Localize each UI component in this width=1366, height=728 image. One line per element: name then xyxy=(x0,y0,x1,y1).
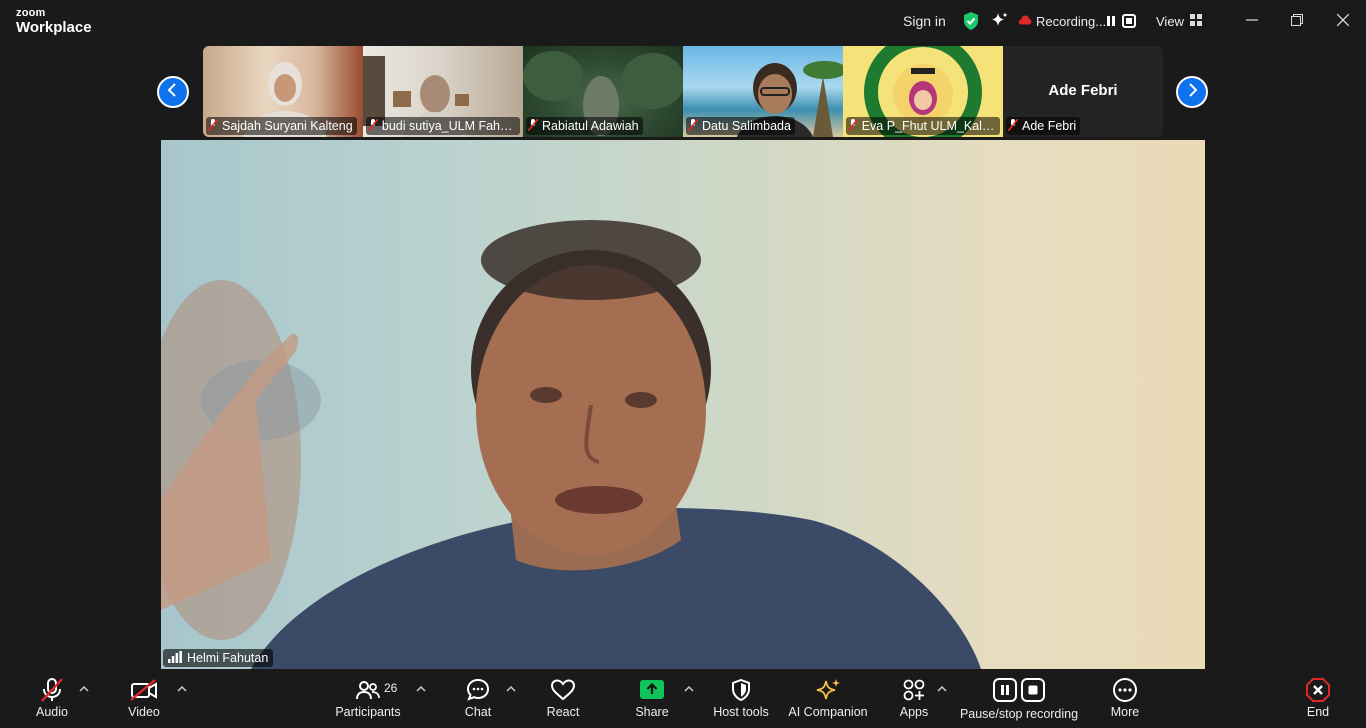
participant-gallery: Sajdah Suryani Kalteng budi sutiya_ULM F… xyxy=(203,46,1163,137)
participant-name: Sajdah Suryani Kalteng xyxy=(222,119,353,133)
video-button[interactable]: Video xyxy=(124,669,164,728)
apps-icon xyxy=(902,669,926,705)
gallery-next-button[interactable] xyxy=(1176,76,1208,108)
audio-button[interactable]: Audio xyxy=(30,669,74,728)
more-button[interactable]: More xyxy=(1108,669,1142,728)
ai-sparkle-icon xyxy=(815,669,841,705)
video-off-icon xyxy=(130,669,158,705)
ai-companion-label: AI Companion xyxy=(788,705,868,719)
participant-name: Eva P_Fhut ULM_KalSel xyxy=(861,119,996,133)
participant-name: Rabiatul Adawiah xyxy=(542,119,639,133)
share-button[interactable]: Share xyxy=(634,669,670,728)
zoom-logo: zoom Workplace xyxy=(16,7,92,36)
pause-stop-recording-label: Pause/stop recording xyxy=(959,707,1079,721)
apps-button[interactable]: Apps xyxy=(898,669,930,728)
participant-tile[interactable]: budi sutiya_ULM Fahu... xyxy=(363,46,523,137)
share-screen-icon xyxy=(639,669,665,705)
apps-label: Apps xyxy=(899,705,929,719)
recording-indicator[interactable]: Recording... xyxy=(1018,0,1106,42)
recording-label: Recording... xyxy=(1036,13,1107,29)
sparkle-icon[interactable] xyxy=(990,0,1008,42)
video-label: Video xyxy=(128,705,160,719)
restore-icon[interactable] xyxy=(1287,10,1307,30)
video-off-name: Ade Febri xyxy=(1048,82,1118,99)
mic-muted-icon xyxy=(528,118,538,134)
mic-muted-icon xyxy=(688,118,698,134)
more-label: More xyxy=(1110,705,1140,719)
shield-icon xyxy=(731,669,751,705)
participants-count: 26 xyxy=(384,681,398,695)
participant-tile[interactable]: Rabiatul Adawiah xyxy=(523,46,683,137)
participants-options-caret-icon[interactable] xyxy=(416,681,426,692)
participants-button[interactable]: Participants xyxy=(334,669,402,728)
pause-stop-recording-button[interactable]: Pause/stop recording xyxy=(959,669,1079,728)
audio-options-caret-icon[interactable] xyxy=(79,681,89,692)
stop-icon[interactable] xyxy=(1122,14,1136,28)
end-label: End xyxy=(1306,705,1330,719)
react-button[interactable]: React xyxy=(544,669,582,728)
mic-muted-icon xyxy=(39,669,65,705)
view-label: View xyxy=(1156,13,1184,29)
participant-name: Ade Febri xyxy=(1022,119,1077,133)
mic-muted-icon xyxy=(208,118,218,134)
participant-tile[interactable]: Sajdah Suryani Kalteng xyxy=(203,46,363,137)
gallery-prev-button[interactable] xyxy=(157,76,189,108)
participant-tile[interactable]: Eva P_Fhut ULM_KalSel xyxy=(843,46,1003,137)
stop-icon xyxy=(1021,678,1045,702)
cloud-record-icon xyxy=(1018,14,1032,29)
host-tools-label: Host tools xyxy=(713,705,769,719)
end-icon xyxy=(1305,669,1331,705)
pause-icon xyxy=(993,678,1017,702)
speaker-name: Helmi Fahutan xyxy=(187,651,269,665)
chat-icon xyxy=(466,669,490,705)
brand-small: zoom xyxy=(16,7,46,19)
participants-icon xyxy=(356,669,380,705)
video-options-caret-icon[interactable] xyxy=(177,681,187,692)
end-meeting-button[interactable]: End xyxy=(1302,669,1334,728)
chat-label: Chat xyxy=(464,705,492,719)
close-icon[interactable] xyxy=(1333,10,1353,30)
view-button[interactable]: View xyxy=(1156,0,1202,42)
mic-muted-icon xyxy=(368,118,378,134)
minimize-icon[interactable] xyxy=(1242,10,1262,30)
sign-in-link[interactable]: Sign in xyxy=(903,0,946,42)
participants-label: Participants xyxy=(335,705,401,719)
ai-companion-button[interactable]: AI Companion xyxy=(788,669,868,728)
audio-label: Audio xyxy=(36,705,68,719)
signal-bars-icon xyxy=(168,650,182,666)
chat-button[interactable]: Chat xyxy=(462,669,494,728)
participant-name: budi sutiya_ULM Fahu... xyxy=(381,119,516,133)
participant-tile[interactable]: Datu Salimbada xyxy=(683,46,843,137)
chat-options-caret-icon[interactable] xyxy=(506,681,516,692)
heart-icon xyxy=(550,669,576,705)
participant-tile[interactable]: Ade Febri Ade Febri xyxy=(1003,46,1163,137)
react-label: React xyxy=(546,705,580,719)
participant-name: Datu Salimbada xyxy=(702,119,791,133)
apps-options-caret-icon[interactable] xyxy=(937,681,947,692)
chevron-left-icon xyxy=(167,82,179,102)
speaker-name-tag: Helmi Fahutan xyxy=(163,649,274,667)
meeting-toolbar: Audio Video Participants 26 Chat React S… xyxy=(0,669,1366,728)
host-tools-button[interactable]: Host tools xyxy=(712,669,770,728)
mic-muted-icon xyxy=(848,118,858,134)
shield-check-icon[interactable] xyxy=(962,0,980,42)
share-options-caret-icon[interactable] xyxy=(684,681,694,692)
active-speaker-video: Helmi Fahutan xyxy=(161,140,1205,669)
recording-controls xyxy=(1104,0,1136,42)
mic-muted-icon xyxy=(1008,118,1018,134)
pause-stop-icons xyxy=(993,669,1045,705)
brand-large: Workplace xyxy=(16,19,92,36)
pause-icon[interactable] xyxy=(1104,14,1118,28)
grid-icon xyxy=(1189,13,1202,29)
share-label: Share xyxy=(635,705,669,719)
speaker-image xyxy=(161,220,981,669)
more-icon xyxy=(1112,669,1138,705)
chevron-right-icon xyxy=(1186,82,1198,102)
title-bar: zoom Workplace Sign in Recording... View xyxy=(0,0,1366,42)
